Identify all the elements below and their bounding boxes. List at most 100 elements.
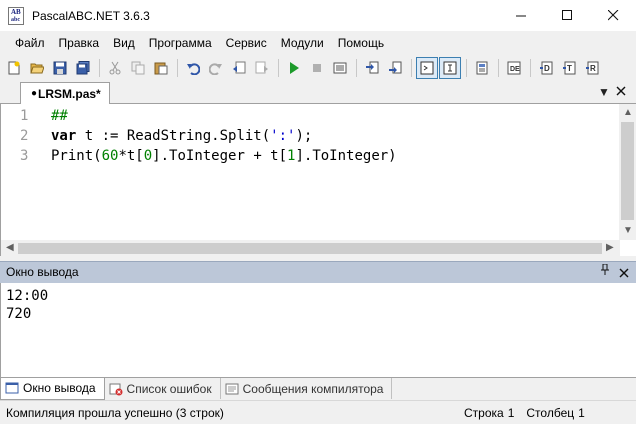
debug-button[interactable]: DE xyxy=(503,57,525,79)
navigate-back-button[interactable] xyxy=(228,57,250,79)
code-line: Print(60*t[0].ToInteger + t[1].ToInteger… xyxy=(51,146,397,166)
code-line: var t := ReadString.Split(':'); xyxy=(51,126,312,146)
save-button[interactable] xyxy=(49,57,71,79)
compile-icon xyxy=(333,62,347,74)
menu-view[interactable]: Вид xyxy=(106,31,142,55)
breakpoint-button[interactable]: D xyxy=(535,57,557,79)
step-over-button[interactable] xyxy=(384,57,406,79)
redo-icon xyxy=(209,63,222,75)
code-editor[interactable]: 1 2 3 ## var t := ReadString.Split(':');… xyxy=(0,104,636,257)
stop-icon xyxy=(313,64,321,72)
scroll-left-icon[interactable]: ◀ xyxy=(6,242,14,253)
step-over-icon xyxy=(389,61,402,74)
paste-button[interactable] xyxy=(150,57,172,79)
menu-bar: Файл Правка Вид Программа Сервис Модули … xyxy=(0,31,636,55)
pin-icon[interactable] xyxy=(600,263,610,279)
horizontal-scroll-thumb[interactable] xyxy=(18,243,602,254)
menu-edit[interactable]: Правка xyxy=(52,31,107,55)
toolbar-separator xyxy=(177,59,178,77)
code-token: 0 xyxy=(143,148,153,164)
close-button[interactable] xyxy=(590,0,636,31)
code-token: ].ToInteger + t[ xyxy=(152,148,288,164)
new-file-button[interactable] xyxy=(3,57,25,79)
save-icon xyxy=(53,61,67,75)
redo-button[interactable] xyxy=(205,57,227,79)
toolbar: DE D T R xyxy=(0,55,636,81)
compile-button[interactable] xyxy=(329,57,351,79)
input-window-button[interactable] xyxy=(439,57,461,79)
code-text[interactable]: ## var t := ReadString.Split(':'); Print… xyxy=(51,104,616,240)
save-all-icon xyxy=(76,61,90,75)
tab-label: Сообщения компилятора xyxy=(242,381,384,396)
close-icon xyxy=(607,10,618,21)
toolbar-separator xyxy=(356,59,357,77)
menu-modules[interactable]: Модули xyxy=(274,31,331,55)
run-button[interactable] xyxy=(283,57,305,79)
code-token: ); xyxy=(295,128,313,144)
vertical-scroll-thumb[interactable] xyxy=(621,122,634,220)
output-window-icon xyxy=(420,61,434,75)
scroll-down-icon[interactable]: ▼ xyxy=(623,225,633,236)
code-line: ## xyxy=(51,106,68,126)
menu-program[interactable]: Программа xyxy=(142,31,219,55)
paste-icon xyxy=(154,62,168,75)
output-window-icon xyxy=(5,382,19,394)
svg-text:R: R xyxy=(590,64,596,73)
maximize-button[interactable] xyxy=(544,0,590,31)
navigate-forward-button[interactable] xyxy=(251,57,273,79)
app-logo-icon: AB abc xyxy=(8,6,24,25)
scroll-right-icon[interactable]: ▶ xyxy=(606,242,614,253)
cut-button[interactable] xyxy=(104,57,126,79)
watch-button[interactable]: T xyxy=(558,57,580,79)
code-token: t := ReadString.Split( xyxy=(76,128,271,144)
toolbar-separator xyxy=(99,59,100,77)
minimize-button[interactable] xyxy=(498,0,544,31)
cut-icon xyxy=(109,61,121,75)
navigate-back-icon xyxy=(233,61,246,74)
stop-button[interactable] xyxy=(306,57,328,79)
restart-button[interactable]: R xyxy=(581,57,603,79)
undo-button[interactable] xyxy=(182,57,204,79)
menu-file[interactable]: Файл xyxy=(8,31,52,55)
svg-text:T: T xyxy=(567,64,572,73)
menu-help[interactable]: Помощь xyxy=(331,31,391,55)
pascalabc-window: AB abc PascalABC.NET 3.6.3 Файл Правка В… xyxy=(0,0,636,424)
tab-list-dropdown-icon[interactable]: ▼ xyxy=(598,85,610,99)
compiler-messages-icon xyxy=(225,383,239,394)
tab-lrsm-pas[interactable]: ● LRSM.pas* xyxy=(20,82,110,105)
form-designer-icon xyxy=(476,61,488,75)
window-title: PascalABC.NET 3.6.3 xyxy=(32,8,150,23)
toolbar-separator xyxy=(466,59,467,77)
editor-horizontal-scrollbar[interactable]: ◀ ▶ xyxy=(1,240,620,257)
copy-icon xyxy=(131,61,145,75)
new-file-icon xyxy=(8,61,20,75)
close-tab-icon[interactable] xyxy=(616,85,626,99)
output-text-area[interactable]: 12:00 720 xyxy=(0,283,636,377)
form-designer-button[interactable] xyxy=(471,57,493,79)
status-bar: Компиляция прошла успешно (3 строк) Стро… xyxy=(0,400,636,424)
menu-service[interactable]: Сервис xyxy=(219,31,274,55)
toolbar-separator xyxy=(498,59,499,77)
input-window-icon xyxy=(443,61,457,75)
save-all-button[interactable] xyxy=(72,57,94,79)
document-tab-strip: ● LRSM.pas* ▼ xyxy=(0,82,636,105)
copy-button[interactable] xyxy=(127,57,149,79)
output-window-button[interactable] xyxy=(416,57,438,79)
tab-error-list[interactable]: Список ошибок xyxy=(105,378,221,399)
error-list-icon xyxy=(109,383,123,395)
editor-vertical-scrollbar[interactable]: ▲ ▼ xyxy=(619,104,636,240)
debug-icon: DE xyxy=(507,61,521,75)
output-panel-title: Окно вывода xyxy=(6,265,79,279)
restart-icon: R xyxy=(586,61,599,75)
line-number: 2 xyxy=(20,128,29,144)
step-into-button[interactable] xyxy=(361,57,383,79)
code-token: ].ToInteger) xyxy=(295,148,397,164)
open-button[interactable] xyxy=(26,57,48,79)
tab-compiler-messages[interactable]: Сообщения компилятора xyxy=(221,378,393,399)
toolbar-separator xyxy=(530,59,531,77)
line-number: 1 xyxy=(20,108,29,124)
row-value: 1 xyxy=(507,406,515,420)
scroll-up-icon[interactable]: ▲ xyxy=(623,107,633,118)
close-panel-icon[interactable] xyxy=(619,266,629,281)
tab-output-window[interactable]: Окно вывода xyxy=(0,377,105,400)
